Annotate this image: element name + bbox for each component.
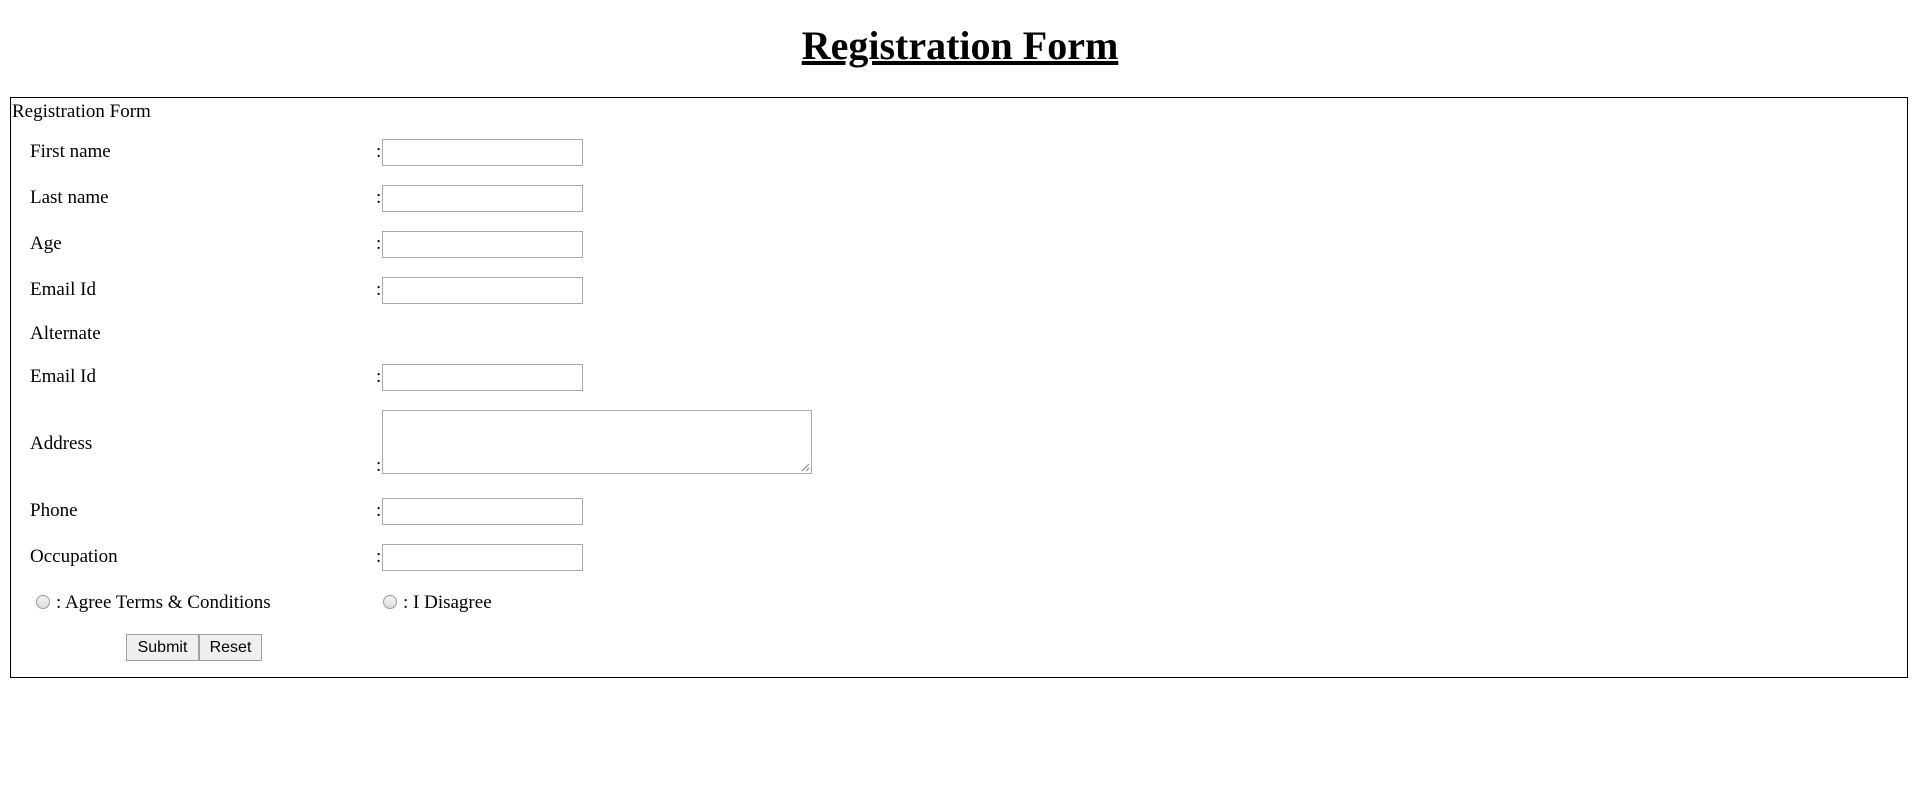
reset-button[interactable]: Reset [199, 634, 262, 661]
email-label: Email Id [30, 279, 96, 300]
occupation-colon: : [376, 546, 382, 567]
age-label: Age [30, 233, 62, 254]
address-colon: : [376, 455, 382, 476]
page: Registration Form Registration Form Firs… [0, 0, 1920, 786]
alt-email-label: Email Id [30, 366, 96, 387]
first-name-input[interactable] [382, 139, 583, 166]
last-name-colon: : [376, 187, 382, 208]
occupation-label: Occupation [30, 546, 118, 567]
last-name-input[interactable] [382, 185, 583, 212]
phone-input[interactable] [382, 498, 583, 525]
alternate-label: Alternate [30, 323, 101, 344]
disagree-label: : I Disagree [403, 592, 492, 613]
agree-terms-radio[interactable] [36, 595, 50, 609]
address-label: Address [30, 433, 93, 454]
email-input[interactable] [382, 277, 583, 304]
form-box-caption: Registration Form [12, 101, 151, 122]
submit-button[interactable]: Submit [126, 634, 199, 661]
email-colon: : [376, 279, 382, 300]
phone-label: Phone [30, 500, 78, 521]
last-name-label: Last name [30, 187, 109, 208]
address-textarea[interactable] [382, 410, 812, 474]
agree-terms-label: : Agree Terms & Conditions [56, 592, 271, 613]
occupation-input[interactable] [382, 544, 583, 571]
first-name-colon: : [376, 141, 382, 162]
alt-email-input[interactable] [382, 364, 583, 391]
age-colon: : [376, 233, 382, 254]
phone-colon: : [376, 500, 382, 521]
first-name-label: First name [30, 141, 111, 162]
page-title: Registration Form [801, 23, 1119, 68]
alt-email-colon: : [376, 366, 382, 387]
disagree-radio[interactable] [383, 595, 397, 609]
age-input[interactable] [382, 231, 583, 258]
registration-form-box: Registration Form First name : Last name… [10, 97, 1908, 678]
